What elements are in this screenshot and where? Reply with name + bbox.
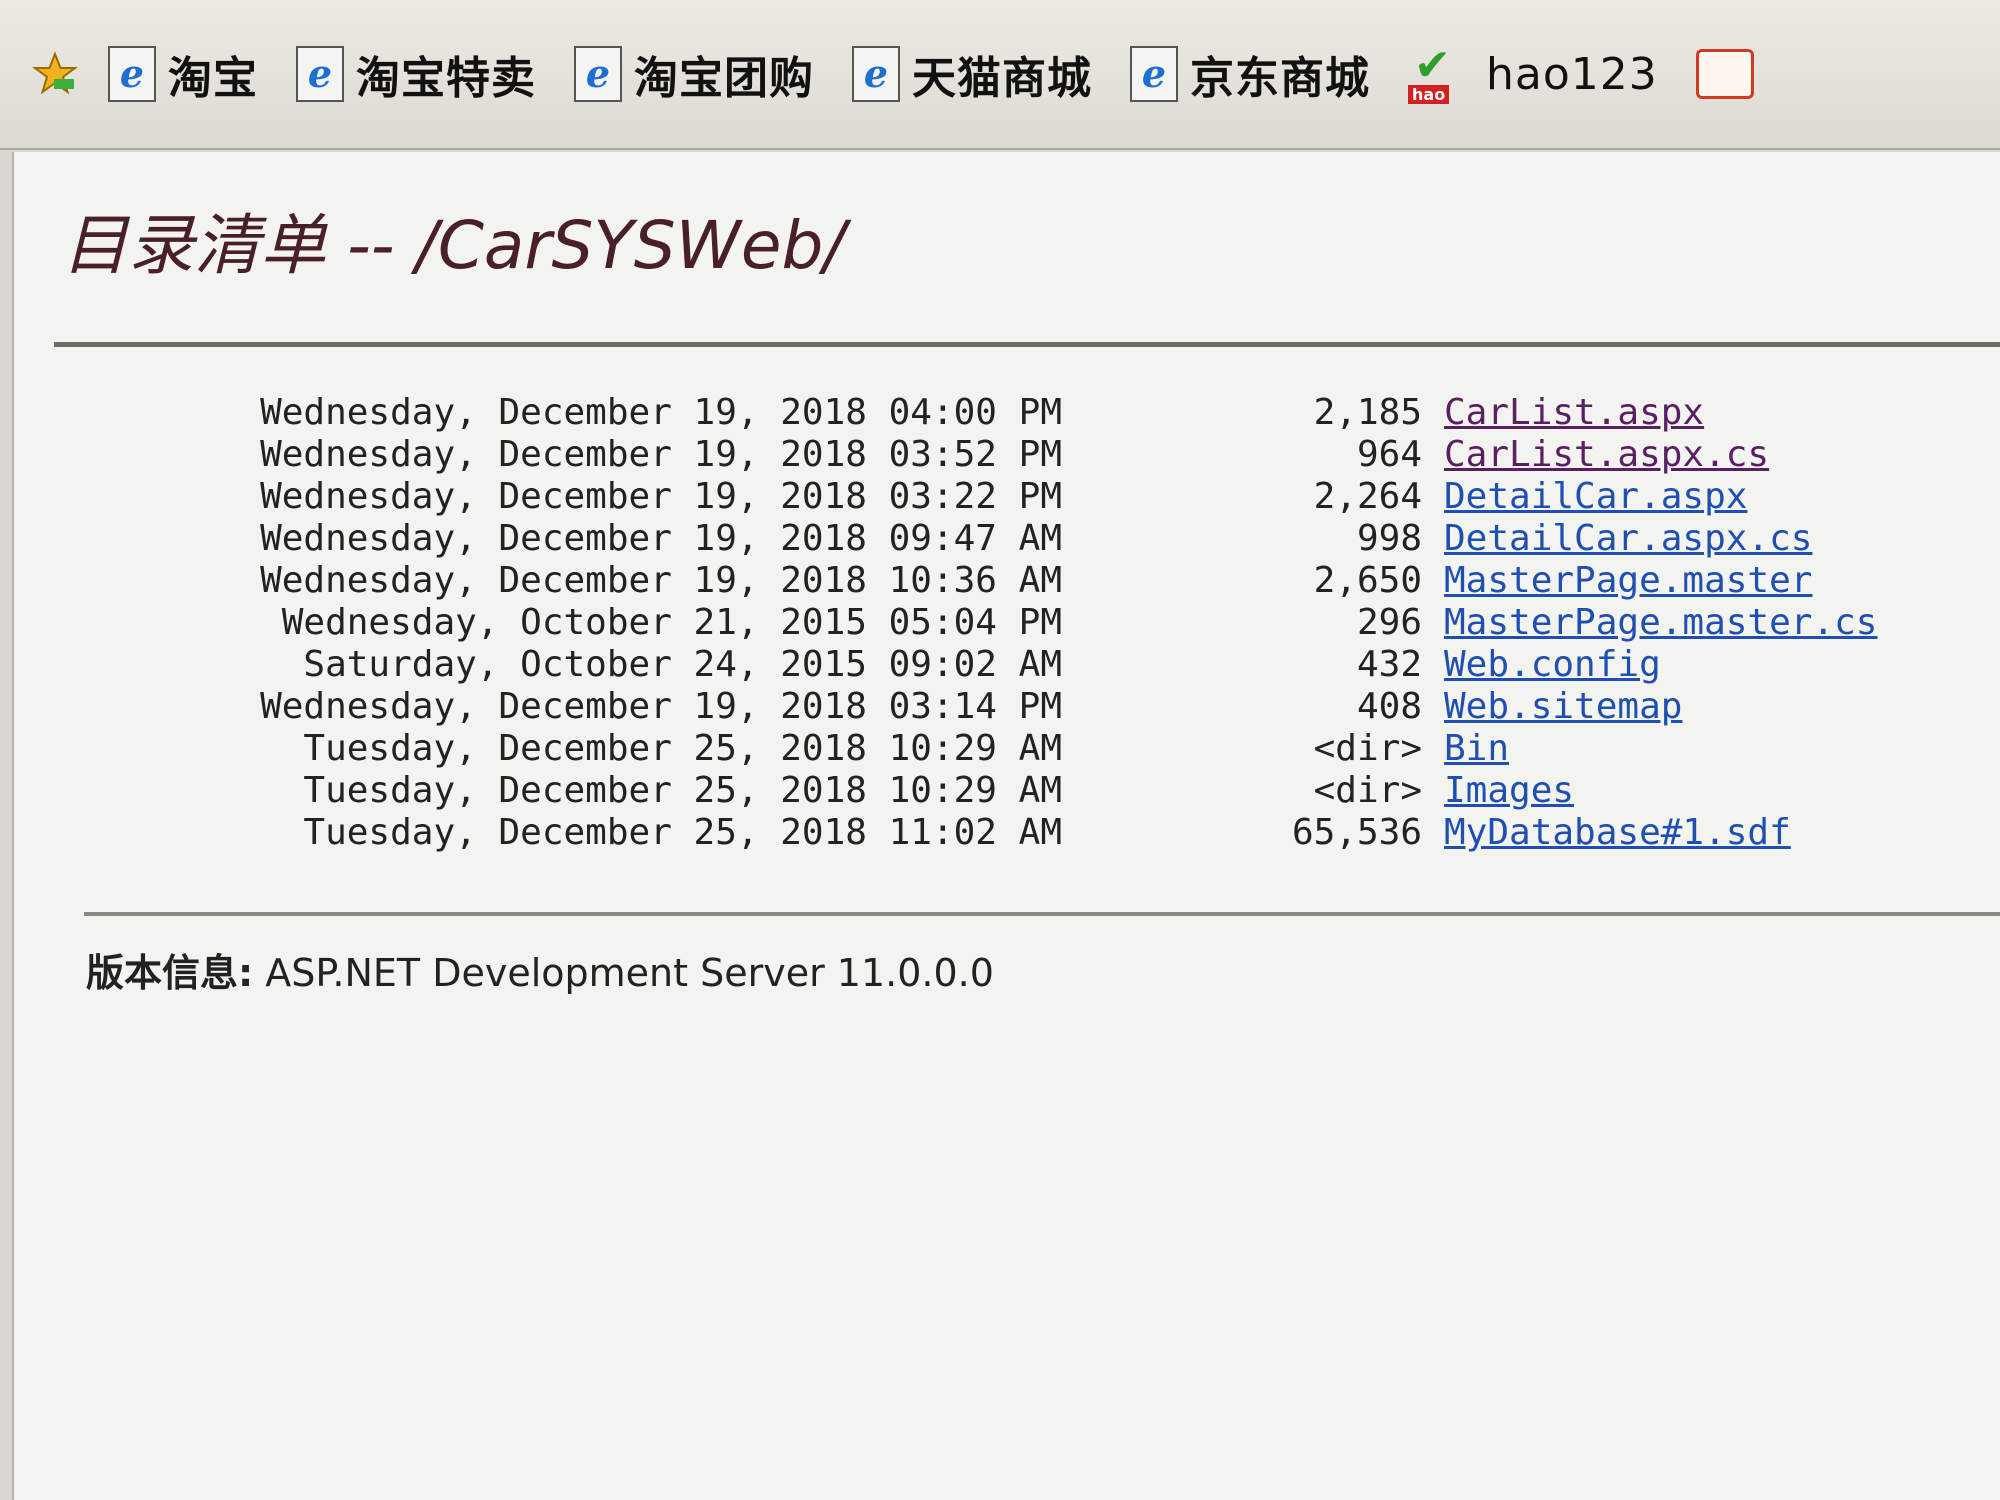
file-size: <dir> xyxy=(1313,728,1422,769)
file-link[interactable]: DetailCar.aspx xyxy=(1444,476,1747,518)
file-size: 65,536 xyxy=(1291,812,1422,853)
list-item: Tuesday, December 25, 2018 10:29 AM <dir>… xyxy=(82,728,1877,770)
ie-page-icon: e xyxy=(108,46,156,102)
file-size: 432 xyxy=(1356,644,1422,685)
divider xyxy=(84,912,2000,916)
list-item: Tuesday, December 25, 2018 11:02 AM 65,53… xyxy=(82,812,1877,854)
file-size: 998 xyxy=(1356,518,1422,559)
favorite-label: 天猫商城 xyxy=(912,53,1092,104)
file-link[interactable]: Bin xyxy=(1444,728,1509,770)
favorite-taobao-group[interactable]: e 淘宝团购 xyxy=(574,42,814,106)
file-size: 408 xyxy=(1356,686,1422,727)
add-favorite-star-icon[interactable] xyxy=(30,49,80,99)
favorite-jd[interactable]: e 京东商城 xyxy=(1130,42,1370,106)
ie-page-icon: e xyxy=(1130,46,1178,102)
file-date: Wednesday, December 19, 2018 03:22 PM xyxy=(260,476,1062,517)
file-link[interactable]: MasterPage.master.cs xyxy=(1444,602,1877,644)
file-size: 296 xyxy=(1356,602,1422,643)
favorite-label: 淘宝团购 xyxy=(634,53,814,104)
version-value: ASP.NET Development Server 11.0.0.0 xyxy=(253,951,994,995)
file-link[interactable]: MasterPage.master xyxy=(1444,560,1812,602)
list-item: Wednesday, December 19, 2018 04:00 PM 2,1… xyxy=(82,392,1877,434)
file-date: Saturday, October 24, 2015 09:02 AM xyxy=(303,644,1062,685)
file-link[interactable]: Web.sitemap xyxy=(1444,686,1682,728)
file-size: 964 xyxy=(1356,434,1422,475)
file-link[interactable]: DetailCar.aspx.cs xyxy=(1444,518,1812,560)
ie-page-icon: e xyxy=(574,46,622,102)
list-item: Wednesday, December 19, 2018 10:36 AM 2,6… xyxy=(82,560,1877,602)
file-size: 2,650 xyxy=(1313,560,1422,601)
file-date: Wednesday, December 19, 2018 04:00 PM xyxy=(260,392,1062,433)
hao123-icon-text: hao xyxy=(1408,85,1450,104)
file-link[interactable]: MyDatabase#1.sdf xyxy=(1444,812,1791,854)
divider xyxy=(54,342,2000,347)
favorite-tmall[interactable]: e 天猫商城 xyxy=(852,42,1092,106)
favorite-label: 淘宝 xyxy=(168,53,258,104)
file-date: Wednesday, December 19, 2018 03:14 PM xyxy=(260,686,1062,727)
file-link[interactable]: CarList.aspx xyxy=(1444,392,1704,434)
list-item: Tuesday, December 25, 2018 10:29 AM <dir>… xyxy=(82,770,1877,812)
file-listing: Wednesday, December 19, 2018 04:00 PM 2,1… xyxy=(82,392,1877,854)
file-link[interactable]: Images xyxy=(1444,770,1574,812)
list-item: Wednesday, December 19, 2018 03:14 PM 408… xyxy=(82,686,1877,728)
favorites-bar: e 淘宝 e 淘宝特卖 e 淘宝团购 e 天猫商城 e 京东商城 ✔ hao h… xyxy=(0,0,2000,150)
favorite-hao123[interactable]: ✔ hao hao123 xyxy=(1408,44,1658,104)
favorite-label: hao123 xyxy=(1486,48,1658,100)
list-item: Wednesday, December 19, 2018 09:47 AM 998… xyxy=(82,518,1877,560)
directory-listing-page: 目录清单 -- /CarSYSWeb/ Wednesday, December … xyxy=(12,152,2000,1500)
file-date: Tuesday, December 25, 2018 10:29 AM xyxy=(303,770,1062,811)
list-item: Saturday, October 24, 2015 09:02 AM 432 We… xyxy=(82,644,1877,686)
file-date: Tuesday, December 25, 2018 10:29 AM xyxy=(303,728,1062,769)
file-link[interactable]: Web.config xyxy=(1444,644,1661,686)
ie-page-icon: e xyxy=(296,46,344,102)
list-item: Wednesday, October 21, 2015 05:04 PM 296 M… xyxy=(82,602,1878,644)
favorite-label: 淘宝特卖 xyxy=(356,53,536,104)
overflow-favorite-icon[interactable] xyxy=(1695,49,1754,99)
favorite-taobao-sale[interactable]: e 淘宝特卖 xyxy=(296,42,536,106)
list-item: Wednesday, December 19, 2018 03:22 PM 2,2… xyxy=(82,476,1877,518)
ie-page-icon: e xyxy=(852,46,900,102)
list-item: Wednesday, December 19, 2018 03:52 PM 964… xyxy=(82,434,1877,476)
file-size: 2,264 xyxy=(1313,476,1422,517)
file-date: Wednesday, December 19, 2018 03:52 PM xyxy=(260,434,1062,475)
file-size: 2,185 xyxy=(1313,392,1422,433)
file-size: <dir> xyxy=(1313,770,1422,811)
favorite-taobao[interactable]: e 淘宝 xyxy=(108,42,258,106)
hao123-icon: ✔ hao xyxy=(1408,44,1472,104)
file-date: Wednesday, December 19, 2018 09:47 AM xyxy=(260,518,1062,559)
favorite-label: 京东商城 xyxy=(1190,53,1370,104)
version-label: 版本信息: xyxy=(86,951,254,995)
file-link[interactable]: CarList.aspx.cs xyxy=(1444,434,1769,476)
page-title: 目录清单 -- /CarSYSWeb/ xyxy=(62,207,846,284)
file-date: Wednesday, October 21, 2015 05:04 PM xyxy=(281,602,1062,643)
version-info: 版本信息: ASP.NET Development Server 11.0.0.… xyxy=(86,942,994,997)
file-date: Tuesday, December 25, 2018 11:02 AM xyxy=(303,812,1062,853)
file-date: Wednesday, December 19, 2018 10:36 AM xyxy=(260,560,1062,601)
